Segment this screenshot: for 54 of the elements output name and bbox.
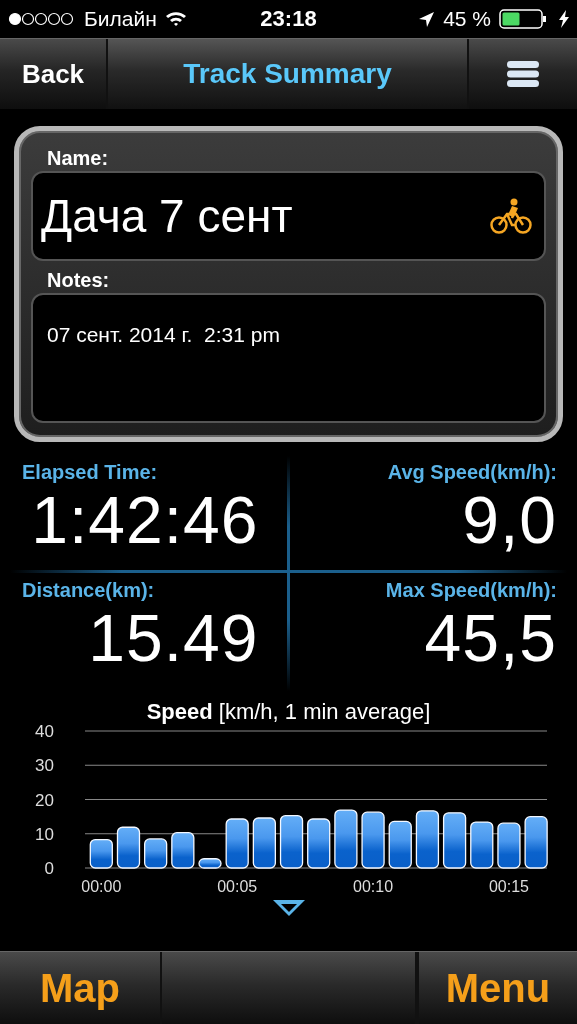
notes-field[interactable]: 07 сент. 2014 г. 2:31 pm: [31, 293, 546, 423]
bar: [116, 826, 141, 869]
stat-label: Distance(km):: [22, 577, 155, 602]
charging-bolt-icon: [559, 10, 569, 28]
stat-value: 45,5: [424, 601, 557, 674]
menu-text-button[interactable]: Menu: [417, 952, 577, 1024]
menu-icon: [506, 59, 540, 89]
stat-value: 1:42:46: [31, 484, 259, 556]
bar: [225, 818, 249, 869]
signal-icon: [8, 12, 76, 26]
screen-title: Track Summary: [183, 58, 392, 90]
bar: [361, 811, 385, 869]
bar: [334, 809, 358, 869]
y-axis-label: 0: [44, 859, 54, 878]
y-axis-label: 30: [35, 756, 54, 776]
x-axis-label: 00:15: [488, 878, 529, 895]
x-axis-label: 00:05: [217, 878, 258, 895]
menu-button[interactable]: [467, 39, 577, 109]
notes-label: Notes:: [47, 268, 110, 293]
y-axis-label: 10: [35, 824, 54, 844]
x-axis-label: 00:10: [353, 878, 394, 895]
bar: [442, 812, 467, 869]
name-field[interactable]: Дача 7 сент: [31, 171, 546, 261]
bar: [144, 838, 168, 869]
bar: [198, 858, 222, 869]
stat-label: Avg Speed(km/h):: [387, 460, 557, 484]
bar: [252, 817, 276, 869]
name-label: Name:: [47, 146, 109, 171]
stat-label: Elapsed Time:: [22, 460, 158, 484]
y-axis-label: 20: [35, 790, 54, 810]
location-arrow-icon: [418, 10, 436, 28]
carrier-name: Билайн: [84, 7, 157, 31]
stat-value: 15.49: [88, 601, 259, 674]
bar: [307, 818, 331, 869]
chart-title: Speed [km/h, 1 min average]: [146, 699, 431, 725]
x-axis-label: 00:00: [81, 878, 122, 895]
bar: [279, 814, 304, 869]
y-axis-label: 40: [35, 725, 54, 741]
bar: [497, 822, 521, 869]
stat-value: 9,0: [462, 484, 557, 556]
battery-percent: 45 %: [443, 7, 491, 31]
bar: [89, 838, 113, 869]
scroll-down-icon[interactable]: [271, 899, 306, 917]
bar: [470, 821, 494, 869]
cyclist-icon: [490, 198, 532, 234]
back-button[interactable]: Back: [0, 39, 108, 109]
wifi-icon: [164, 11, 187, 27]
bar: [415, 810, 440, 869]
bar: [171, 832, 195, 869]
stat-label: Max Speed(km/h):: [385, 577, 557, 602]
bar: [524, 816, 548, 869]
map-button[interactable]: Map: [0, 952, 162, 1024]
clock-time: 23:18: [260, 6, 317, 32]
bar: [388, 820, 412, 869]
